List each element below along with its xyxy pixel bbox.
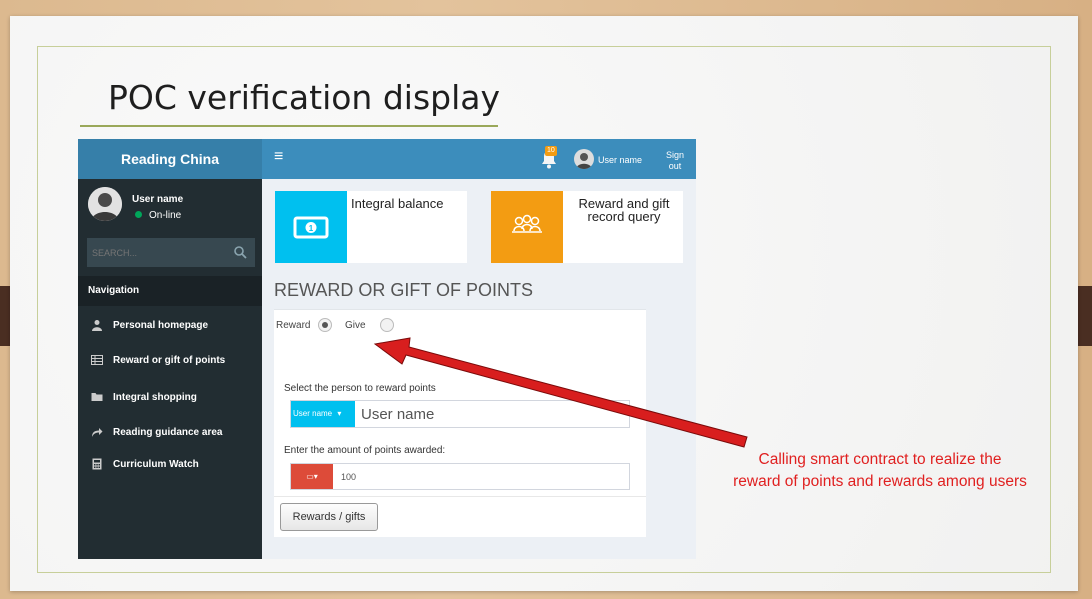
folder-icon — [91, 393, 103, 401]
title-underline — [80, 125, 498, 127]
sidebar-item-reading-guidance[interactable]: Reading guidance area — [78, 418, 262, 446]
notification-badge: 10 — [545, 146, 557, 156]
sign-out-label-2: out — [668, 161, 682, 171]
app-header: Reading China ≡ 10 User name Sign out — [78, 139, 696, 179]
amount-input-group: ▭▾ — [290, 463, 630, 490]
sidebar-search-input[interactable] — [87, 238, 227, 267]
radio-reward[interactable] — [318, 318, 332, 332]
people-icon — [512, 214, 542, 233]
sidebar-search — [87, 238, 255, 267]
person-label: Select the person to reward points — [284, 383, 436, 394]
svg-text:1: 1 — [309, 224, 314, 233]
sidebar-user-name: User name — [132, 194, 184, 205]
radio-reward-label: Reward — [276, 320, 311, 331]
sidebar-avatar — [88, 187, 122, 221]
app-window: Reading China ≡ 10 User name Sign out Us… — [78, 139, 696, 559]
online-status-label: On-line — [149, 210, 182, 221]
person-input-group: User name ▾ — [290, 400, 630, 428]
sidebar: User name On-line Navigation Personal ho… — [78, 179, 262, 559]
sidebar-item-label: Integral shopping — [113, 392, 197, 403]
navigation-header: Navigation — [78, 276, 262, 306]
integral-balance-card[interactable]: 1 Integral balance — [275, 191, 467, 263]
slide-title: POC verification display — [108, 78, 501, 117]
sign-out-button[interactable]: Sign out — [661, 150, 689, 172]
rewards-gifts-button[interactable]: Rewards / gifts — [280, 503, 378, 531]
menu-toggle-icon[interactable]: ≡ — [274, 148, 283, 166]
header-avatar[interactable] — [574, 149, 594, 169]
sidebar-item-reward-or-gift[interactable]: Reward or gift of points — [78, 346, 262, 374]
header-user-name[interactable]: User name — [598, 155, 642, 165]
brand-logo[interactable]: Reading China — [78, 139, 262, 179]
info-icon-box — [491, 191, 563, 263]
sidebar-item-personal-homepage[interactable]: Personal homepage — [78, 311, 262, 339]
section-title: REWARD OR GIFT OF POINTS — [274, 280, 534, 300]
person-input[interactable] — [357, 401, 627, 427]
amount-input[interactable] — [335, 464, 627, 489]
reward-record-title-line2: record query — [587, 209, 661, 224]
sidebar-item-label: Reading guidance area — [113, 427, 223, 438]
reward-form-panel: Reward Give Select the person to reward … — [274, 309, 646, 537]
reward-record-title: Reward and gift record query — [569, 197, 679, 223]
money-small-icon: ▭ — [306, 472, 314, 481]
sidebar-item-label: Curriculum Watch — [113, 459, 199, 470]
amount-addon-dropdown[interactable]: ▭▾ — [291, 464, 333, 489]
annotation-line-1: Calling smart contract to realize the — [758, 451, 1002, 468]
search-icon[interactable] — [233, 245, 248, 260]
panel-divider — [274, 496, 646, 497]
amount-label: Enter the amount of points awarded: — [284, 445, 446, 456]
integral-balance-title: Integral balance — [351, 196, 444, 211]
annotation-line-2: reward of points and rewards among users — [733, 473, 1027, 490]
info-icon-box: 1 — [275, 191, 347, 263]
caret-down-icon: ▾ — [337, 409, 342, 418]
sign-out-label-1: Sign — [665, 150, 684, 160]
table-icon — [91, 355, 103, 365]
sidebar-item-integral-shopping[interactable]: Integral shopping — [78, 383, 262, 411]
main-content: 1 Integral balance Reward and gift recor… — [262, 179, 696, 559]
person-addon-label: User name — [293, 409, 333, 418]
calculator-icon — [92, 458, 102, 470]
online-dot-icon — [135, 211, 142, 218]
annotation-text: Calling smart contract to realize the re… — [702, 449, 1058, 493]
radio-give[interactable] — [380, 318, 394, 332]
online-status: On-line — [135, 210, 181, 221]
sidebar-item-label: Reward or gift of points — [113, 355, 226, 366]
radio-give-label: Give — [345, 320, 366, 331]
sidebar-item-label: Personal homepage — [113, 320, 209, 331]
user-icon — [92, 320, 102, 331]
money-icon: 1 — [293, 216, 329, 239]
person-addon-dropdown[interactable]: User name ▾ — [291, 401, 355, 427]
caret-down-icon: ▾ — [313, 472, 318, 481]
share-icon — [92, 428, 103, 437]
sidebar-item-curriculum-watch[interactable]: Curriculum Watch — [78, 450, 262, 478]
reward-record-card[interactable]: Reward and gift record query — [491, 191, 683, 263]
